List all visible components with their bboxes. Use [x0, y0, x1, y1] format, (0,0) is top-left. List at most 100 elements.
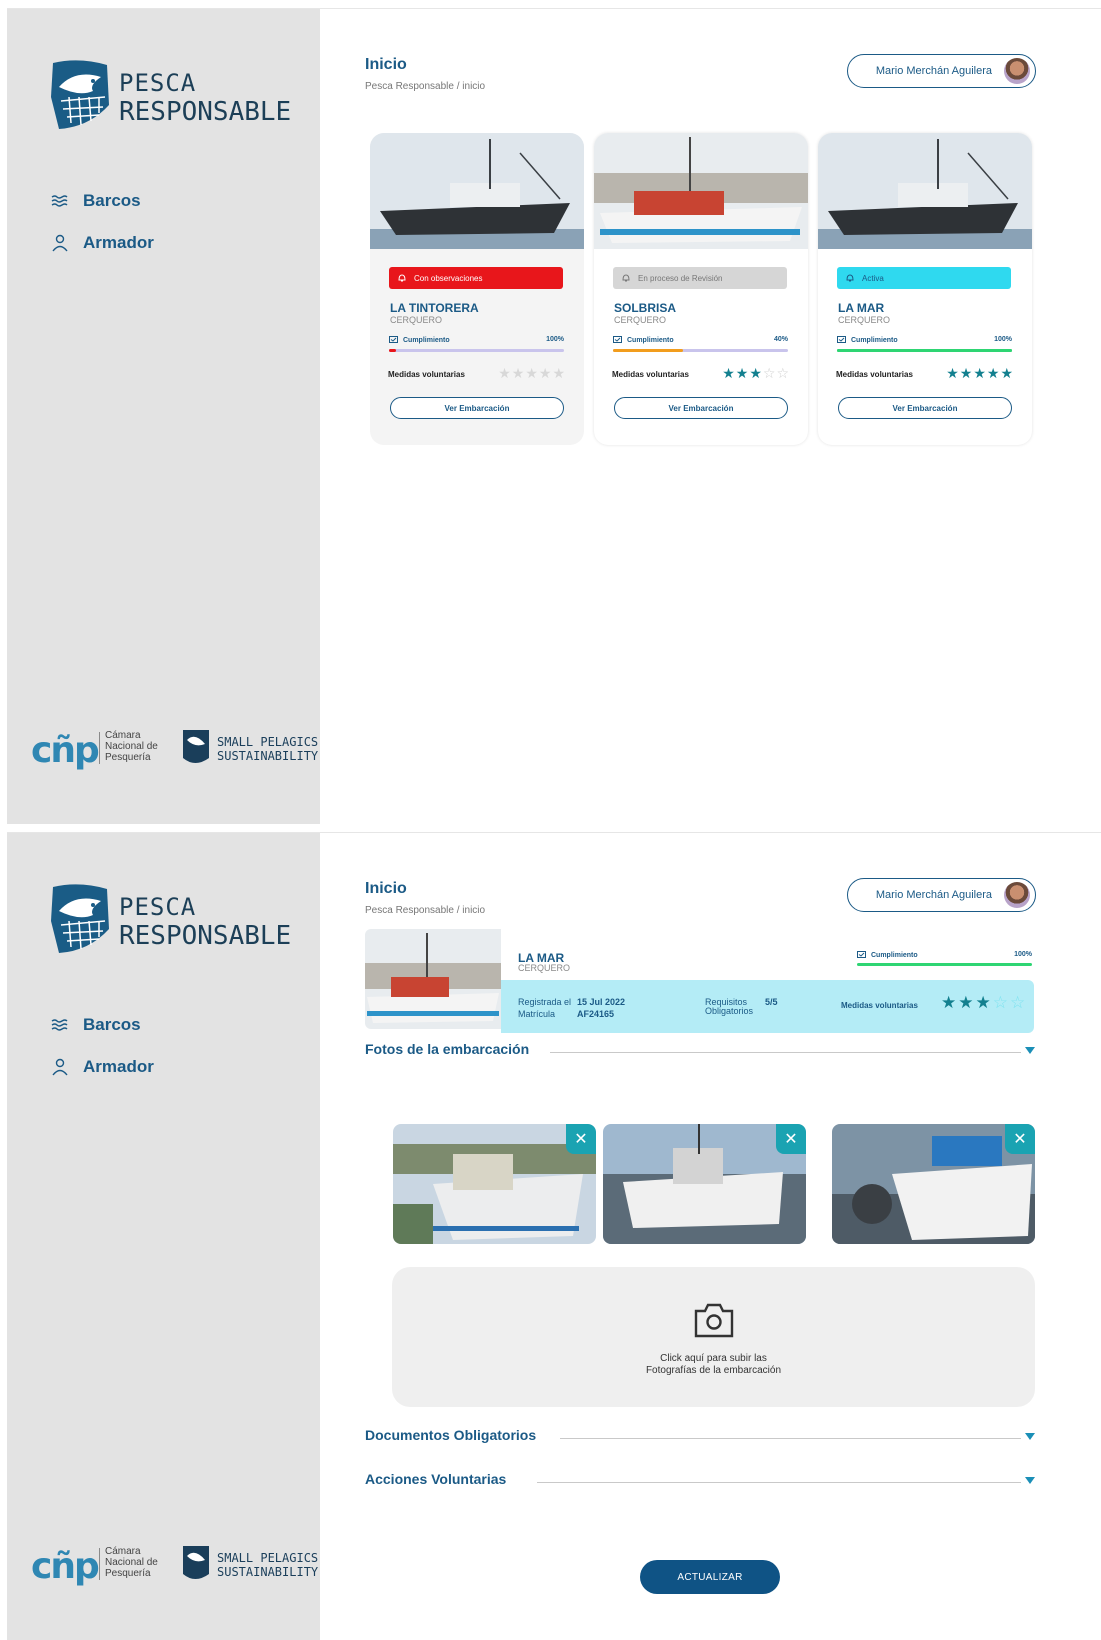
boat-name: SOLBRISA: [614, 301, 677, 315]
user-menu-button[interactable]: Mario Merchán Aguilera: [847, 878, 1036, 912]
fish-net-logo-icon: [51, 884, 109, 953]
comment-check-icon: [837, 336, 846, 343]
sidebar-nav: Barcos Armador: [51, 1013, 154, 1097]
compliance-progress-bar: [857, 963, 1032, 966]
update-button[interactable]: ACTUALIZAR: [640, 1560, 780, 1594]
cnp-name: Cámara Nacional de Pesquería: [105, 730, 158, 763]
sps-line-1: SMALL PELAGICS: [217, 1551, 319, 1565]
remove-photo-button[interactable]: ✕: [566, 1124, 596, 1154]
upload-hint: Click aquí para subir las Fotografías de…: [392, 1353, 1035, 1377]
sidebar-item-label: Armador: [83, 1057, 154, 1076]
user-menu-button[interactable]: Mario Merchán Aguilera: [847, 54, 1036, 88]
comment-check-icon: [613, 336, 622, 343]
star-icon: ☆: [1010, 993, 1028, 1013]
partner-logos: cñp Cámara Nacional de Pesquería SMALL P…: [31, 726, 318, 772]
upload-hint-line-1: Click aquí para subir las: [660, 1353, 767, 1364]
sidebar-item-barcos[interactable]: Barcos: [51, 189, 154, 213]
view-boat-button[interactable]: Ver Embarcación: [614, 397, 788, 419]
boat-type: CERQUERO: [838, 315, 891, 325]
section-title[interactable]: Fotos de la embarcación: [365, 1041, 540, 1057]
chevron-down-icon[interactable]: [1025, 1047, 1035, 1054]
sidebar-item-armador[interactable]: Armador: [51, 1055, 154, 1079]
sidebar-item-armador[interactable]: Armador: [51, 231, 154, 255]
boat-card: En proceso de Revisión SOLBRISA CERQUERO…: [594, 133, 808, 445]
boat-card: Activa LA MAR CERQUERO Cumplimiento 100%…: [818, 133, 1032, 445]
star-icon: ☆: [776, 366, 790, 382]
comment-check-icon: [857, 951, 866, 958]
voluntary-measures-label: Medidas voluntarias: [388, 369, 465, 379]
avatar: [1004, 58, 1030, 84]
view-boat-button[interactable]: Ver Embarcación: [838, 397, 1012, 419]
view-boat-button[interactable]: Ver Embarcación: [390, 397, 564, 419]
compliance-progress-bar: [613, 349, 788, 352]
bell-icon: [846, 274, 854, 282]
section-title[interactable]: Acciones Voluntarias: [365, 1471, 517, 1487]
user-icon: [52, 1058, 68, 1076]
user-name: Mario Merchán Aguilera: [875, 889, 992, 901]
status-text: Activa: [862, 273, 884, 283]
remove-photo-button[interactable]: ✕: [1005, 1124, 1035, 1154]
section-title[interactable]: Documentos Obligatorios: [365, 1427, 547, 1443]
breadcrumb: Pesca Responsable / inicio: [365, 905, 486, 916]
chevron-down-icon[interactable]: [1025, 1433, 1035, 1440]
divider: [99, 732, 100, 764]
camera-icon: [694, 1303, 734, 1338]
photo-upload-dropzone[interactable]: Click aquí para subir las Fotografías de…: [392, 1267, 1035, 1407]
upload-hint-line-2: Fotografías de la embarcación: [645, 1365, 782, 1376]
status-badge: En proceso de Revisión: [613, 267, 787, 289]
comment-check-icon: [389, 336, 398, 343]
small-pelagics-wordmark: SMALL PELAGICS SUSTAINABILITY: [217, 1551, 318, 1579]
status-badge: Con observaciones: [389, 267, 563, 289]
pesca-responsable-logo[interactable]: PESCA RESPONSABLE: [49, 881, 291, 961]
divider: [560, 1438, 1021, 1439]
compliance-progress-bar: [389, 349, 564, 352]
sidebar-nav: Barcos Armador: [51, 189, 154, 273]
section-fotos: Fotos de la embarcación: [365, 1041, 1035, 1063]
waves-icon: [51, 195, 68, 207]
compliance-value: 100%: [546, 336, 564, 343]
sidebar: PESCA RESPONSABLE Barcos Armador cñp Cám…: [7, 833, 320, 1640]
compliance-row: Cumplimiento 100%: [857, 951, 1032, 960]
boat-type: CERQUERO: [390, 315, 443, 325]
gallery-photo: ✕: [832, 1124, 1035, 1244]
star-icon: ★: [552, 366, 566, 382]
voluntary-measures-label: Medidas voluntarias: [841, 1001, 918, 1010]
status-badge: Activa: [837, 267, 1011, 289]
status-text: Con observaciones: [414, 273, 483, 283]
cnp-logo: cñp: [31, 730, 100, 771]
voluntary-measures-row: Medidas voluntarias ★★★☆☆: [612, 366, 790, 382]
voluntary-measures-label: Medidas voluntarias: [836, 369, 913, 379]
star-icon: ★: [735, 366, 750, 382]
fish-net-logo-icon: [51, 60, 109, 129]
boat-name: LA MAR: [838, 301, 885, 315]
compliance-value: 100%: [994, 336, 1012, 343]
sidebar-item-label: Barcos: [83, 191, 141, 210]
progress-fill: [613, 349, 683, 352]
remove-photo-button[interactable]: ✕: [776, 1124, 806, 1154]
boat-info-strip: Registrada el 15 Jul 2022 Matrícula AF24…: [501, 980, 1034, 1033]
logo-line-1: PESCA: [119, 893, 197, 921]
pesca-responsable-logo[interactable]: PESCA RESPONSABLE: [49, 57, 291, 137]
compliance-row: Cumplimiento 100%: [389, 336, 564, 345]
compliance-label: Cumplimiento: [403, 337, 450, 344]
boat-type: CERQUERO: [614, 315, 667, 325]
main-content: Inicio Pesca Responsable / inicio Mario …: [320, 9, 1101, 824]
logo-line-1: PESCA: [119, 69, 197, 97]
compliance-label: Cumplimiento: [627, 337, 674, 344]
status-text: En proceso de Revisión: [638, 273, 723, 283]
compliance-label: Cumplimiento: [851, 337, 898, 344]
compliance-value: 40%: [773, 336, 788, 343]
small-pelagics-wordmark: SMALL PELAGICS SUSTAINABILITY: [217, 735, 318, 763]
cnp-logo: cñp: [31, 1546, 100, 1587]
star-icon: ★: [511, 366, 526, 382]
voluntary-measures-label: Medidas voluntarias: [612, 369, 689, 379]
sidebar-item-barcos[interactable]: Barcos: [51, 1013, 154, 1037]
progress-fill: [837, 349, 1012, 352]
rating-stars: ★★★★★: [946, 366, 1014, 382]
screen-inicio: PESCA RESPONSABLE Barcos Armador cñp Cám…: [7, 8, 1101, 824]
chevron-down-icon[interactable]: [1025, 1477, 1035, 1484]
boat-photo: [594, 133, 808, 249]
bell-icon: [622, 274, 630, 282]
boat-card: Con observaciones LA TINTORERA CERQUERO …: [370, 133, 584, 445]
rating-stars: ★★★★★: [498, 366, 566, 382]
